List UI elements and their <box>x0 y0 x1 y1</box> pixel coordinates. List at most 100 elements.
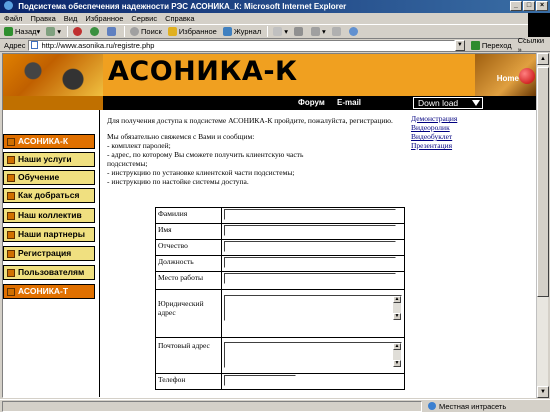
scroll-up-icon[interactable]: ▲ <box>393 296 401 303</box>
refresh-icon <box>90 27 100 36</box>
go-button[interactable]: Переход <box>470 40 512 50</box>
postal-address-textarea[interactable]: ▲ ▼ <box>224 342 402 368</box>
edit-button[interactable]: ▾ <box>310 27 326 36</box>
sidebar-item-asonika-k[interactable]: АСОНИКА-К <box>3 134 95 149</box>
sidebar-item-team[interactable]: Наш коллектив <box>3 208 95 223</box>
journal-button[interactable]: Журнал <box>222 27 261 36</box>
favorites-button[interactable]: Избранное <box>167 27 217 36</box>
field-label-workplace: Место работы <box>155 271 222 290</box>
menu-edit[interactable]: Правка <box>30 14 55 23</box>
minimize-button[interactable]: _ <box>510 1 522 11</box>
nav-email-link[interactable]: E-mail <box>337 98 361 107</box>
page-scrollbar[interactable]: ▲ ▼ <box>536 53 549 398</box>
menu-help[interactable]: Справка <box>165 14 194 23</box>
address-label: Адрес <box>4 40 26 50</box>
folder-icon <box>7 156 15 164</box>
menu-file[interactable]: Файл <box>4 14 22 23</box>
folder-icon <box>7 174 15 182</box>
form-row: Фамилия <box>155 207 405 224</box>
scroll-down-icon[interactable]: ▼ <box>393 360 401 367</box>
sidebar-item-registration[interactable]: Регистрация <box>3 246 95 261</box>
window-title: Подсистема обеспечения надежности РЭС АС… <box>18 2 347 11</box>
menu-view[interactable]: Вид <box>64 14 78 23</box>
sidebar-item-training[interactable]: Обучение <box>3 170 95 185</box>
status-text <box>2 400 422 412</box>
toolbar-separator <box>67 26 69 37</box>
sidebar-item-users[interactable]: Пользователям <box>3 265 95 280</box>
form-row: Имя <box>155 223 405 240</box>
page-viewport: АСОНИКА-К Home Форум E-mail Down load АС… <box>2 53 538 398</box>
legal-address-textarea[interactable]: ▲ ▼ <box>224 295 402 321</box>
scroll-up-icon[interactable]: ▲ <box>393 343 401 350</box>
scroll-up-button[interactable]: ▲ <box>537 53 549 65</box>
videobooklet-link[interactable]: Видеобуклет <box>411 132 531 141</box>
contact-info: Мы обязательно свяжемся с Вами и сообщим… <box>107 132 397 186</box>
form-row: Юридический адрес ▲ ▼ <box>155 289 405 338</box>
refresh-button[interactable] <box>90 27 101 36</box>
workplace-input[interactable] <box>224 273 396 284</box>
presentation-link[interactable]: Презентация <box>411 141 531 150</box>
messenger-button[interactable] <box>348 27 360 36</box>
messenger-icon <box>348 27 358 36</box>
page-icon <box>31 41 39 49</box>
video-link[interactable]: Видеоролик <box>411 123 531 132</box>
menu-tools[interactable]: Сервис <box>131 14 157 23</box>
maximize-button[interactable]: □ <box>523 1 535 11</box>
folder-icon <box>7 288 15 296</box>
scroll-thumb[interactable] <box>537 67 549 297</box>
dropdown-triangle-icon <box>472 100 480 106</box>
print-icon <box>293 27 303 36</box>
folder-icon <box>7 250 15 258</box>
stop-button[interactable] <box>73 27 84 36</box>
nav-decor <box>3 96 103 110</box>
field-label-name: Имя <box>155 223 222 240</box>
surname-input[interactable] <box>224 209 396 220</box>
forward-button[interactable]: ▾ <box>46 27 61 36</box>
folder-icon <box>7 269 15 277</box>
close-button[interactable]: × <box>536 1 548 11</box>
ie-icon <box>4 1 13 10</box>
right-links: Демонстрация Видеоролик Видеобуклет През… <box>411 114 531 150</box>
position-input[interactable] <box>224 257 396 268</box>
name-input[interactable] <box>224 225 396 236</box>
home-link[interactable]: Home <box>475 54 537 96</box>
forward-arrow-icon <box>46 27 56 36</box>
bullet-item: - комплект паролей; <box>107 141 171 150</box>
demo-link[interactable]: Демонстрация <box>411 114 531 123</box>
field-label-legal-address: Юридический адрес <box>155 289 222 338</box>
links-button[interactable]: Ссылки » <box>518 36 550 54</box>
banner-logo-image <box>3 54 103 96</box>
window-controls: _ □ × <box>510 1 548 11</box>
menu-favorites[interactable]: Избранное <box>85 14 123 23</box>
mail-button[interactable]: ▾ <box>273 27 288 36</box>
sidebar-item-partners[interactable]: Наши партнеры <box>3 227 95 242</box>
form-row: Почтовый адрес ▲ ▼ <box>155 337 405 374</box>
form-row: Телефон <box>155 373 405 390</box>
scroll-down-icon[interactable]: ▼ <box>393 313 401 320</box>
download-dropdown[interactable]: Down load <box>413 97 483 109</box>
discuss-button[interactable] <box>331 27 343 36</box>
nav-forum-link[interactable]: Форум <box>298 98 325 107</box>
windows-logo-icon <box>528 13 550 37</box>
textarea-scrollbar[interactable]: ▲ ▼ <box>393 296 401 320</box>
patronymic-input[interactable] <box>224 241 396 252</box>
address-dropdown-button[interactable]: ▼ <box>454 39 465 51</box>
sidebar-item-services[interactable]: Наши услуги <box>3 152 95 167</box>
security-zone: Местная интрасеть <box>428 402 506 411</box>
top-nav: Форум E-mail Down load <box>3 96 537 110</box>
stop-icon <box>73 27 83 36</box>
print-button[interactable] <box>293 27 305 36</box>
sidebar-item-asonika-t[interactable]: АСОНИКА-Т <box>3 284 95 299</box>
phone-input[interactable] <box>224 375 296 386</box>
mail-icon <box>273 27 283 36</box>
search-button[interactable]: Поиск <box>130 27 162 36</box>
home-button[interactable] <box>107 27 118 36</box>
site-title: АСОНИКА-К <box>108 56 298 87</box>
back-button[interactable]: Назад ▾ <box>4 27 40 36</box>
address-input[interactable]: http://www.asonika.ru/registre.php <box>28 39 455 51</box>
go-arrow-icon <box>470 40 480 50</box>
sidebar-item-directions[interactable]: Как добраться <box>3 188 95 203</box>
textarea-scrollbar[interactable]: ▲ ▼ <box>393 343 401 367</box>
home-ball-icon <box>519 68 535 84</box>
scroll-down-button[interactable]: ▼ <box>537 386 549 398</box>
